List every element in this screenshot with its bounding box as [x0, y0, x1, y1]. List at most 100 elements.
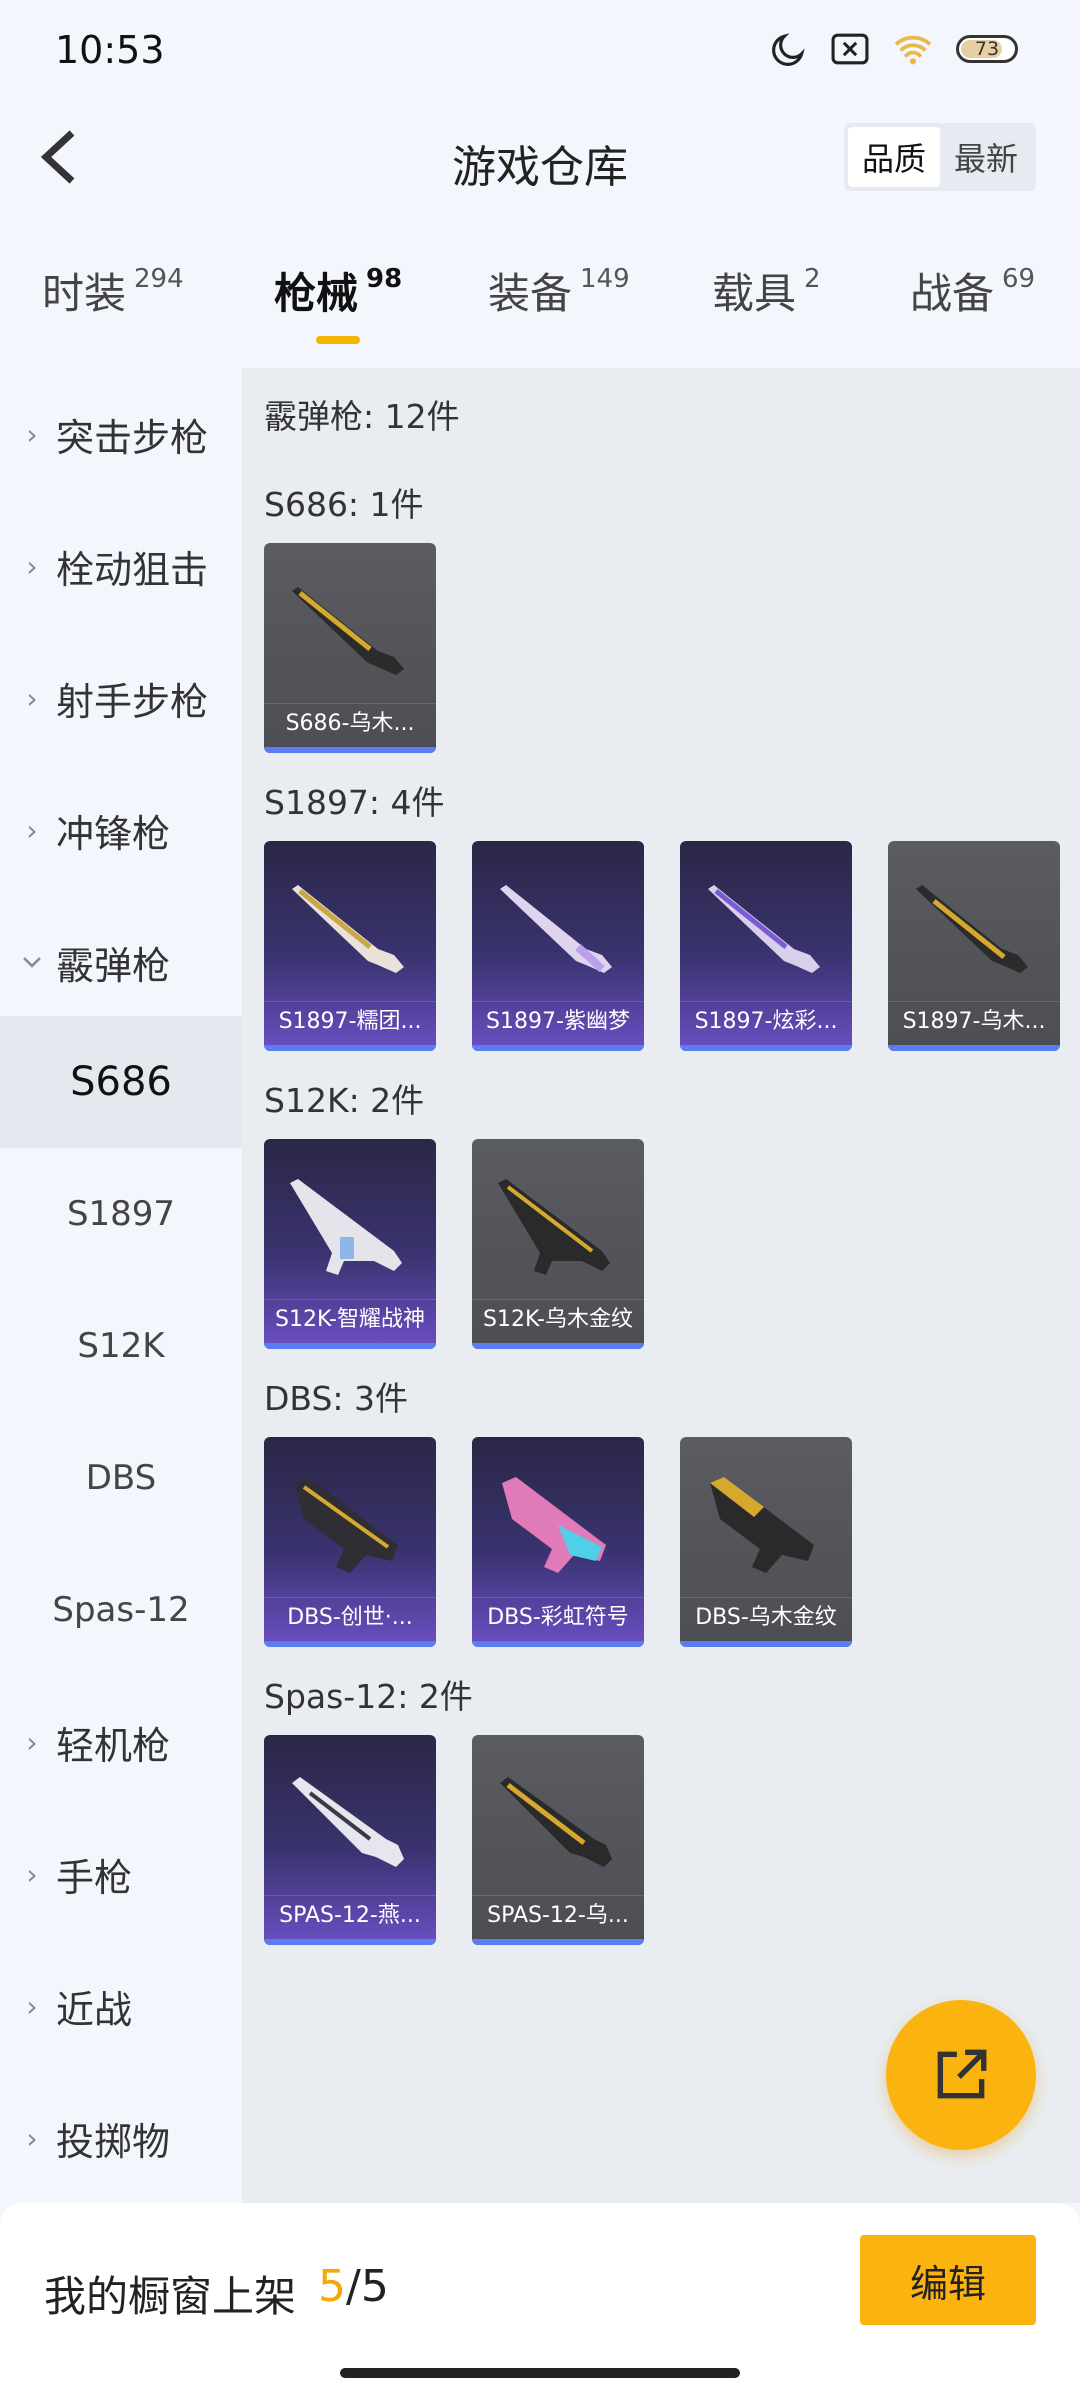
sidebar-item-label: 近战 [56, 1987, 133, 2032]
item-name: S1897-紫幽梦 [472, 1001, 644, 1041]
rarity-bar [264, 747, 436, 753]
sidebar-sub-spas12[interactable]: Spas-12 [0, 1544, 242, 1676]
sidebar-item-melee[interactable]: › 近战 [0, 1940, 242, 2072]
sidebar-sub-dbs[interactable]: DBS [0, 1412, 242, 1544]
tab-count: 149 [580, 264, 630, 294]
sidebar-sub-s1897[interactable]: S1897 [0, 1148, 242, 1280]
rarity-bar [472, 1045, 644, 1051]
section-title: S12K: 2件 [264, 1081, 425, 1120]
sidebar-item-bolt-sniper[interactable]: › 栓动狙击 [0, 500, 242, 632]
item-card[interactable]: S1897-乌木... [888, 841, 1060, 1051]
rarity-bar [888, 1045, 1060, 1051]
item-card[interactable]: DBS-创世·... [264, 1437, 436, 1647]
item-name: DBS-乌木金纹 [680, 1597, 852, 1637]
tab-vehicles[interactable]: 载具 2 [712, 260, 821, 321]
item-card[interactable]: DBS-彩虹符号 [472, 1437, 644, 1647]
item-card[interactable]: S12K-乌木金纹 [472, 1139, 644, 1349]
showcase-current: 5 [318, 2261, 346, 2312]
item-card[interactable]: SPAS-12-燕... [264, 1735, 436, 1945]
rifle-shotgun-icon [290, 1179, 402, 1275]
item-name: S686-乌木... [264, 703, 436, 743]
sidebar-item-label: 投掷物 [56, 2119, 171, 2164]
tab-firearms[interactable]: 枪械 98 [274, 260, 402, 321]
tab-count: 2 [804, 264, 821, 294]
status-time: 10:53 [55, 28, 165, 72]
chevron-right-icon: › [26, 813, 38, 847]
status-bar: 10:53 73 [0, 0, 1080, 105]
category-total: 霰弹枪: 12件 [264, 397, 460, 436]
share-button[interactable] [886, 2000, 1036, 2150]
sidebar-item-smg[interactable]: › 冲锋枪 [0, 764, 242, 896]
sort-newest-button[interactable]: 最新 [940, 127, 1032, 187]
sidebar-item-marksman-rifle[interactable]: › 射手步枪 [0, 632, 242, 764]
chevron-right-icon: › [26, 1857, 38, 1891]
sidebar-item-pistol[interactable]: › 手枪 [0, 1808, 242, 1940]
sidebar-item-label: 突击步枪 [56, 415, 209, 460]
wifi-icon [894, 35, 932, 65]
item-name: S12K-智耀战神 [264, 1299, 436, 1339]
item-card[interactable]: S1897-紫幽梦 [472, 841, 644, 1051]
showcase-label: 我的橱窗上架 [44, 2272, 297, 2321]
sidebar-item-shotgun[interactable]: 霰弹枪 [0, 896, 242, 1028]
moon-icon [772, 33, 805, 66]
item-card[interactable]: S12K-智耀战神 [264, 1139, 436, 1349]
chevron-right-icon: › [26, 681, 38, 715]
rarity-bar [472, 1939, 644, 1945]
sidebar-item-label: 手枪 [56, 1855, 133, 1900]
rarity-bar [264, 1045, 436, 1051]
item-card[interactable]: S1897-炫彩... [680, 841, 852, 1051]
item-card[interactable]: S686-乌木... [264, 543, 436, 753]
shotgun-icon [708, 885, 820, 973]
rarity-bar [264, 1939, 436, 1945]
section-title: S686: 1件 [264, 485, 424, 524]
sort-quality-button[interactable]: 品质 [848, 127, 940, 187]
sidebar-sub-s686[interactable]: S686 [0, 1016, 242, 1148]
sidebar-item-throwable[interactable]: › 投掷物 [0, 2072, 242, 2204]
item-card[interactable]: S1897-糯团... [264, 841, 436, 1051]
tab-label: 战备 [910, 269, 995, 318]
dbs-shotgun-icon [502, 1477, 606, 1573]
rarity-bar [264, 1641, 436, 1647]
active-tab-indicator [316, 336, 360, 344]
item-name: S1897-糯团... [264, 1001, 436, 1041]
header: 游戏仓库 品质 最新 [0, 105, 1080, 210]
content-area: 霰弹枪: 12件 S686: 1件 S686-乌木... S1897: 4件 S… [242, 368, 1080, 2203]
shotgun-icon [916, 885, 1028, 973]
sidebar: › 突击步枪 › 栓动狙击 › 射手步枪 › 冲锋枪 霰弹枪 S686 S189… [0, 368, 242, 2203]
spas-shotgun-icon [292, 1777, 404, 1867]
item-name: S12K-乌木金纹 [472, 1299, 644, 1339]
edit-button[interactable]: 编辑 [860, 2235, 1036, 2325]
sidebar-sub-s12k[interactable]: S12K [0, 1280, 242, 1412]
sidebar-item-label: 霰弹枪 [56, 943, 171, 988]
tab-count: 294 [134, 264, 184, 294]
showcase-total: /5 [346, 2261, 389, 2312]
home-indicator[interactable] [340, 2368, 740, 2378]
item-card[interactable]: SPAS-12-乌... [472, 1735, 644, 1945]
tab-count: 98 [366, 264, 403, 294]
chevron-right-icon: › [26, 1989, 38, 2023]
status-icons: 73 [770, 30, 1018, 68]
chevron-right-icon: › [26, 1725, 38, 1759]
shotgun-icon [500, 885, 612, 973]
sort-toggle: 品质 最新 [844, 123, 1036, 191]
tab-equipment[interactable]: 装备 149 [488, 260, 630, 321]
sidebar-item-lmg[interactable]: › 轻机枪 [0, 1676, 242, 1808]
tab-label: 枪械 [274, 269, 359, 318]
item-name: DBS-彩虹符号 [472, 1597, 644, 1637]
tab-fashion[interactable]: 时装 294 [42, 260, 184, 321]
dbs-shotgun-icon [710, 1477, 814, 1573]
rifle-shotgun-icon [498, 1179, 610, 1275]
battery-level: 73 [974, 38, 1000, 60]
item-card[interactable]: DBS-乌木金纹 [680, 1437, 852, 1647]
rarity-bar [680, 1045, 852, 1051]
tab-supplies[interactable]: 战备 69 [910, 260, 1035, 321]
chevron-right-icon: › [26, 2121, 38, 2155]
rarity-bar [264, 1343, 436, 1349]
tab-label: 载具 [712, 269, 797, 318]
shotgun-icon [292, 885, 404, 973]
tab-count: 69 [1002, 264, 1036, 294]
tab-label: 装备 [488, 269, 573, 318]
item-name: S1897-炫彩... [680, 1001, 852, 1041]
sidebar-item-assault-rifle[interactable]: › 突击步枪 [0, 368, 242, 500]
share-icon [937, 2049, 987, 2099]
